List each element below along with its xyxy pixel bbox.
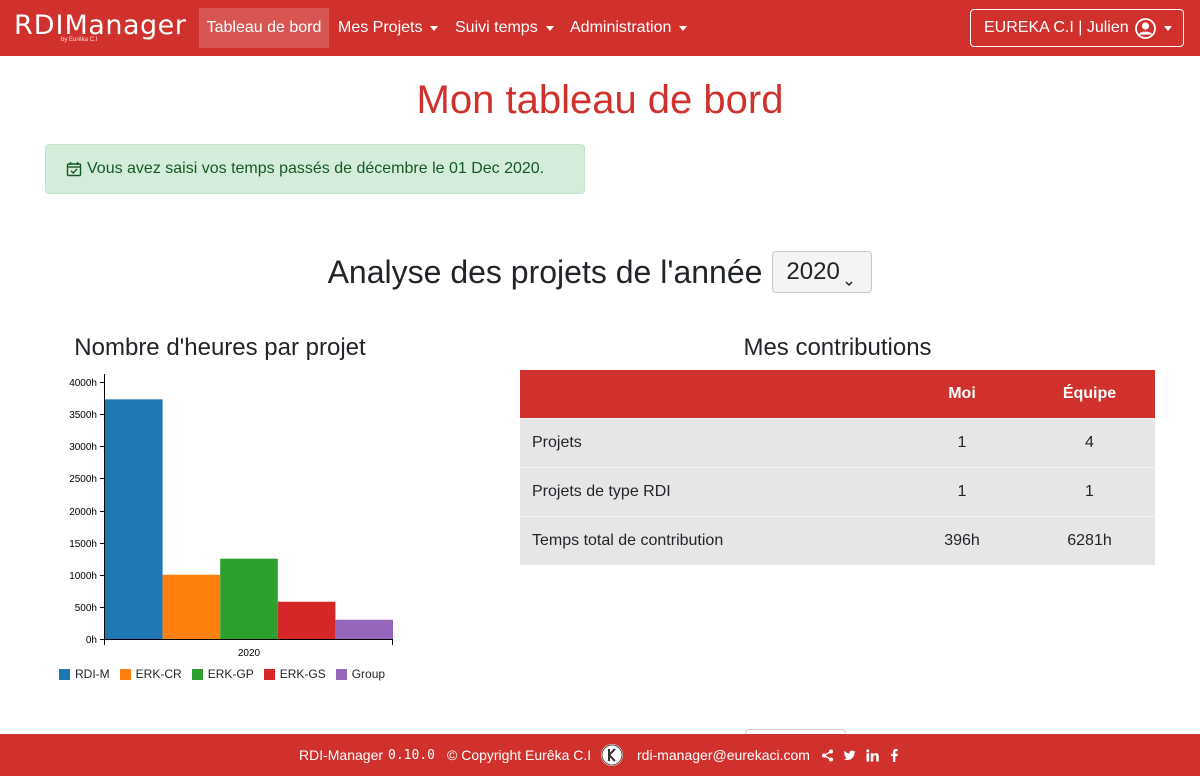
chevron-down-icon [545,25,554,31]
year-select[interactable]: 2020 [772,251,873,293]
y-tick-label: 1500h [69,539,97,550]
nav-time-tracking[interactable]: Suivi temps [447,8,562,48]
row-me-value: 1 [900,466,1024,516]
chart-title: Nombre d'heures par projet [74,334,366,361]
chevron-down-icon [679,25,688,31]
row-me-value: 1 [900,417,1024,467]
linkedin-icon[interactable] [866,734,879,776]
twitter-icon[interactable] [843,734,856,776]
chart-bar-erk-cr [162,574,221,639]
y-tick-label: 3000h [69,442,97,453]
analysis-title: Analyse des projets de l'année [327,253,763,290]
row-team-value: 1 [1024,466,1155,516]
footer-app-info: RDI-Manager 0.10.0 [299,734,435,776]
legend-item[interactable]: ERK-CR [119,667,182,681]
year-select-value: 2020 [786,258,840,285]
legend-label: ERK-GS [279,667,326,681]
contributions-title: Mes contributions [743,334,932,361]
user-circle-icon [1134,17,1156,39]
nav-projects[interactable]: Mes Projets [330,8,446,48]
legend-item[interactable]: ERK-GS [263,667,326,681]
y-tick-label: 500h [75,603,97,614]
bar-chart-svg: 0h 500h 1000h 1500h 2000h 2500h 3000h 3500h 4000… [69,374,393,659]
y-tick-label: 1000h [69,571,97,582]
table-header-team: Équipe [1024,370,1155,418]
analysis-header: Analyse des projets de l'année 2020 [0,250,1200,294]
legend-label: ERK-GP [207,667,254,681]
brand-subtitle: by Eurêka C.I [61,37,98,43]
y-tick-label: 4000h [69,378,97,389]
row-team-value: 6281h [1024,515,1155,565]
chevron-down-icon [1163,25,1172,31]
footer-version: 0.10.0 [388,747,435,763]
nav-time-tracking-label: Suivi temps [455,19,538,36]
table-row: Projets de type RDI 1 1 [520,466,1155,516]
chart-bar-erk-gp [220,558,278,639]
footer: RDI-Manager 0.10.0 © Copyright Eurêka C.… [0,734,1200,776]
chevron-down-icon [844,267,854,287]
row-label: Temps total de contribution [520,515,900,565]
table-row: Temps total de contribution 396h 6281h [520,515,1155,565]
legend-label: Group [351,667,386,681]
brand-logo[interactable]: RDIManager by Eurêka C.I [14,8,186,48]
company-logo [601,734,623,776]
page-title: Mon tableau de bord [416,78,784,122]
y-tick-label: 2500h [69,474,97,485]
chart-bar-group [335,619,393,639]
nav-projects-label: Mes Projets [338,19,423,36]
share-icon[interactable] [821,734,834,776]
legend-swatch [335,668,347,680]
chevron-down-icon [430,25,439,31]
contributions-table: Moi Équipe Projets 1 4 Projets de type R… [520,370,1155,565]
time-entry-alert: Vous avez saisi vos temps passés de déce… [45,144,585,194]
nav-dashboard-label: Tableau de bord [206,19,322,36]
chart-bar-rdi-m [105,399,163,639]
footer-email-link[interactable]: rdi-manager@eurekaci.com [637,734,810,776]
table-row: Projets 1 4 [520,417,1155,467]
user-menu-button[interactable]: EUREKA C.I | Julien [970,9,1184,47]
row-team-value: 4 [1024,417,1155,467]
eureka-logo-icon [601,744,623,766]
nav-dashboard[interactable]: Tableau de bord [199,8,329,48]
brand-title: RDIManager [14,10,187,41]
footer-copyright: © Copyright Eurêka C.I [447,747,592,763]
chart-bar-erk-gs [277,601,336,639]
row-me-value: 396h [900,515,1024,565]
chart-legend: RDI-M ERK-CR ERK-GP ERK-GS Group [59,666,395,682]
y-tick-label: 3500h [69,410,97,421]
x-tick-label: 2020 [238,648,261,659]
alert-text: Vous avez saisi vos temps passés de déce… [87,160,545,177]
legend-label: ERK-CR [135,667,182,681]
table-header-row: Moi Équipe [520,370,1155,418]
legend-swatch [59,668,70,680]
row-label: Projets de type RDI [520,466,900,516]
hours-per-project-chart: 0h 500h 1000h 1500h 2000h 2500h 3000h 3500h 4000… [45,362,445,692]
y-tick-label: 0h [86,635,97,646]
legend-label: RDI-M [75,667,110,681]
row-label: Projets [520,417,900,467]
legend-item[interactable]: ERK-GP [191,667,254,681]
legend-item[interactable]: Group [335,667,386,681]
calendar-check-icon [66,161,82,177]
nav-administration-label: Administration [570,19,672,36]
top-navbar: RDIManager by Eurêka C.I Tableau de bord… [0,0,1200,56]
legend-swatch [191,668,203,680]
facebook-icon[interactable] [888,734,901,776]
legend-swatch [263,668,275,680]
table-header-me: Moi [900,370,1024,418]
nav-administration[interactable]: Administration [562,8,695,48]
legend-item[interactable]: RDI-M [59,667,110,681]
user-menu-label: EUREKA C.I | Julien [984,19,1129,36]
footer-app-name: RDI-Manager [299,747,384,763]
table-header-label [520,370,900,418]
legend-swatch [119,668,131,680]
y-tick-label: 2000h [69,507,97,518]
